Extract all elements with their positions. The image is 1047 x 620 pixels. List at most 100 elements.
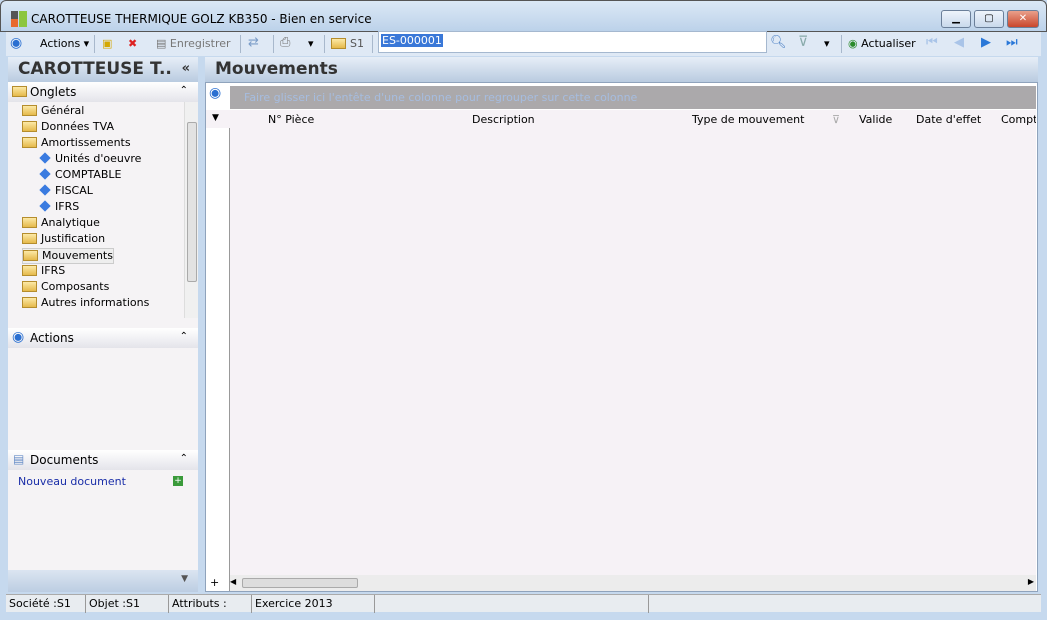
tabs-section-header[interactable]: Onglets ⌃ xyxy=(8,82,198,102)
tree-item-label: Autres informations xyxy=(41,296,150,309)
status-fiscal-year: Exercice 2013 xyxy=(252,595,375,613)
tree-item[interactable]: IFRS xyxy=(22,264,65,280)
actions-label: Actions xyxy=(40,37,81,50)
page-title: Mouvements xyxy=(215,59,338,79)
scroll-left-icon[interactable]: ◀ xyxy=(230,577,236,586)
tree-item[interactable]: Justification xyxy=(22,232,105,248)
left-panel-header: CAROTTEUSE T.. « xyxy=(8,57,198,82)
tree-item[interactable]: Composants xyxy=(22,280,109,296)
tree-item[interactable]: Analytique xyxy=(22,216,100,232)
save-button[interactable]: ▤ Enregistrer xyxy=(156,37,231,50)
tree-item-label: Analytique xyxy=(41,216,100,229)
refresh-label: Actualiser xyxy=(861,37,916,50)
close-button[interactable]: ✕ xyxy=(1007,10,1039,28)
scroll-thumb[interactable] xyxy=(242,578,358,588)
delete-icon[interactable]: ✖ xyxy=(128,37,137,50)
sync-icon[interactable]: ⇄ xyxy=(248,35,259,50)
tree-item[interactable]: Autres informations xyxy=(22,296,149,312)
previous-record-icon[interactable]: ◀ xyxy=(954,35,964,50)
status-object: Objet :S1 xyxy=(86,595,169,613)
column-header-description[interactable]: Description xyxy=(472,113,535,126)
column-header-date[interactable]: Date d'effet xyxy=(916,113,981,126)
tree-item-label: IFRS xyxy=(41,264,66,277)
tree-item[interactable]: Mouvements xyxy=(22,248,114,264)
actions-section-header[interactable]: ◉ Actions ⌃ xyxy=(8,328,198,348)
filter-dropdown-icon[interactable]: ▾ xyxy=(824,37,830,50)
horizontal-scrollbar[interactable]: + ◀ ▶ xyxy=(210,575,1036,591)
tree-item-label: Mouvements xyxy=(42,249,113,262)
tree-item-label: Données TVA xyxy=(41,120,114,133)
tree-item[interactable]: Général xyxy=(22,104,84,120)
collapse-icon[interactable]: ⌃ xyxy=(180,85,188,96)
search-input[interactable]: ES-000001 xyxy=(378,31,767,53)
next-record-icon[interactable]: ▶ xyxy=(981,35,991,50)
first-record-icon[interactable]: ⏮ xyxy=(926,35,938,50)
folder-icon xyxy=(22,297,37,308)
add-row-icon[interactable]: + xyxy=(210,576,219,589)
window-title: CAROTTEUSE THERMIQUE GOLZ KB350 - Bien e… xyxy=(31,12,372,26)
tree-item-label: COMPTABLE xyxy=(55,168,122,181)
tree-item[interactable]: Amortissements xyxy=(22,136,131,152)
group-by-panel[interactable]: Faire glisser ici l'entête d'une colonne… xyxy=(230,86,1036,109)
print-icon[interactable]: ⎙ xyxy=(280,35,290,50)
folder-icon xyxy=(22,105,37,116)
diamond-icon xyxy=(39,184,51,196)
refresh-button[interactable]: ◉ Actualiser xyxy=(848,37,916,50)
app-logo-icon xyxy=(11,11,27,27)
save-icon: ▤ xyxy=(156,37,167,50)
tree-item[interactable]: Données TVA xyxy=(22,120,114,136)
folder-button[interactable]: S1 xyxy=(331,37,364,50)
column-header-row: ▼ N° Pièce Description Type de mouvement… xyxy=(206,110,1036,128)
left-panel: Onglets ⌃ Général Données TVA Amortissement… xyxy=(8,82,198,592)
menu-circle-icon[interactable]: ◉ xyxy=(10,35,22,51)
collapse-icon[interactable]: ⌃ xyxy=(180,453,188,464)
new-document-link[interactable]: Nouveau document xyxy=(18,475,126,488)
column-header-compta[interactable]: Compta xyxy=(1001,113,1036,126)
tree-item-label: IFRS xyxy=(55,200,80,213)
actions-icon: ◉ xyxy=(12,329,25,345)
status-attributes: Attributs : xyxy=(169,595,252,613)
title-bar: CAROTTEUSE THERMIQUE GOLZ KB350 - Bien e… xyxy=(0,0,1047,32)
grid-options-icon[interactable]: ◉ xyxy=(209,85,221,101)
new-icon[interactable]: ▣ xyxy=(102,37,112,50)
save-label: Enregistrer xyxy=(169,37,231,50)
tree-item[interactable]: IFRS xyxy=(38,200,79,216)
add-document-icon[interactable]: + xyxy=(173,476,183,486)
last-record-icon[interactable]: ⏭ xyxy=(1006,35,1018,50)
documents-header-label: Documents xyxy=(30,453,99,467)
folder-icon xyxy=(22,121,37,132)
status-bar: Société :S1 Objet :S1 Attributs : Exerci… xyxy=(6,594,1041,613)
documents-section-header[interactable]: ▤ Documents ⌃ xyxy=(8,450,198,470)
sort-filter-icon[interactable]: ⊽ xyxy=(832,113,840,126)
column-header-valide[interactable]: Valide xyxy=(859,113,892,126)
minimize-button[interactable]: ▁ xyxy=(941,10,971,28)
scroll-right-icon[interactable]: ▶ xyxy=(1028,577,1034,586)
tree-item[interactable]: COMPTABLE xyxy=(38,168,121,184)
panel-overflow-bar[interactable]: ▼ xyxy=(8,570,198,592)
actions-menu[interactable]: Actions ▾ xyxy=(40,37,89,50)
collapse-panel-icon[interactable]: « xyxy=(182,61,190,76)
tree-scrollbar[interactable] xyxy=(184,102,198,318)
diamond-icon xyxy=(39,152,51,164)
tree-item-label: Composants xyxy=(41,280,110,293)
search-icon[interactable]: 🔍︎ xyxy=(770,35,787,50)
collapse-icon[interactable]: ⌃ xyxy=(180,331,188,342)
tree-item[interactable]: Unités d'oeuvre xyxy=(38,152,141,168)
tree-item[interactable]: FISCAL xyxy=(38,184,93,200)
folder-icon xyxy=(12,86,27,97)
folder-icon xyxy=(22,265,37,276)
maximize-button[interactable]: ▢ xyxy=(974,10,1004,28)
print-dropdown-icon[interactable]: ▾ xyxy=(308,37,314,50)
refresh-icon: ◉ xyxy=(848,37,858,50)
tree-item-label: FISCAL xyxy=(55,184,93,197)
column-chooser-icon[interactable]: ▼ xyxy=(212,113,219,123)
tree-item-label: Justification xyxy=(41,232,106,245)
filter-icon[interactable]: ⊽ xyxy=(798,34,808,50)
folder-icon xyxy=(22,233,37,244)
main-header: Mouvements xyxy=(205,57,1038,82)
column-header-numero[interactable]: N° Pièce xyxy=(268,113,314,126)
search-value: ES-000001 xyxy=(381,34,443,47)
record-title: CAROTTEUSE T.. xyxy=(18,59,172,79)
column-header-type[interactable]: Type de mouvement xyxy=(692,113,804,126)
folder-icon xyxy=(23,250,38,261)
